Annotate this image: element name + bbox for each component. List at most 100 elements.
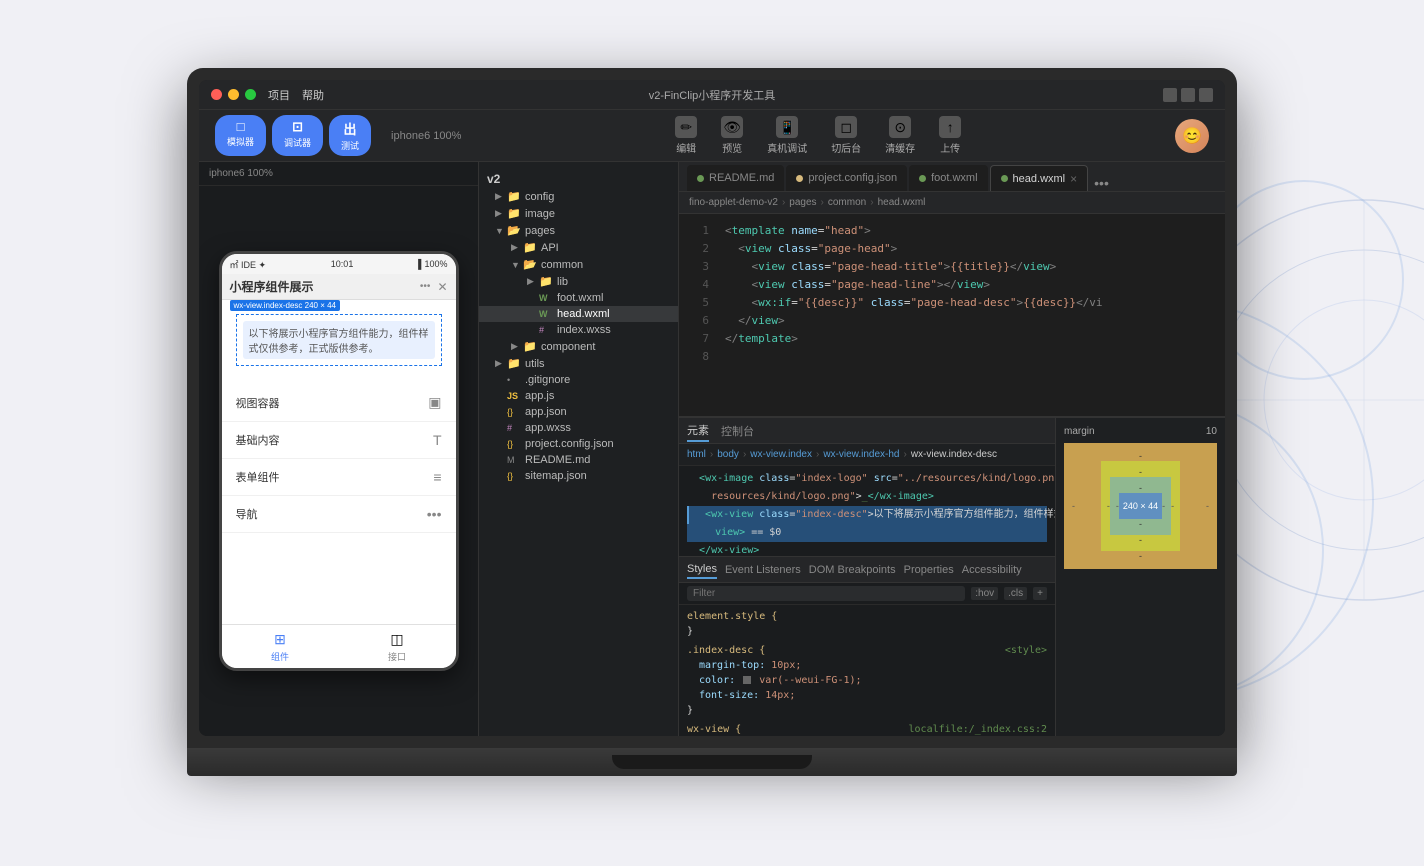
tree-item-app-js[interactable]: ▶ JS app.js xyxy=(479,388,678,404)
code-line: <template name="head"> xyxy=(725,222,1215,240)
simulator-button[interactable]: □ 模拟器 xyxy=(215,115,266,156)
tab-close-icon[interactable]: × xyxy=(1070,173,1077,185)
tree-item-gitignore[interactable]: ▶ • .gitignore xyxy=(479,372,678,388)
code-line: <view class="page-head-line"></view> xyxy=(725,276,1215,294)
tab-dot xyxy=(1001,175,1008,182)
upload-action[interactable]: ↑ 上传 xyxy=(939,116,961,155)
tree-item-name: README.md xyxy=(525,454,678,466)
dom-bc-index[interactable]: wx-view.index xyxy=(750,449,812,460)
tree-item-app-wxss[interactable]: ▶ # app.wxss xyxy=(479,420,678,436)
tree-item-component[interactable]: ▶ 📁 component xyxy=(479,338,678,355)
clear-cache-icon: ⊙ xyxy=(889,116,911,138)
line-numbers: 12345678 xyxy=(679,214,715,416)
tree-item-app-json[interactable]: ▶ {} app.json xyxy=(479,404,678,420)
restore-win-btn[interactable] xyxy=(1181,88,1195,102)
test-button[interactable]: 出 测试 xyxy=(329,115,371,156)
tree-item-lib[interactable]: ▶ 📁 lib xyxy=(479,273,678,290)
list-item-icon: ▣ xyxy=(428,394,441,411)
dom-bc-hd[interactable]: wx-view.index-hd xyxy=(823,449,899,460)
code-line: </template> xyxy=(725,330,1215,348)
css-prop-row: font-size: 14px; xyxy=(687,688,1047,703)
phone-nav-bar: 小程序组件展示 ••• ✕ xyxy=(222,274,456,300)
more-tabs-button[interactable]: ••• xyxy=(1094,175,1109,191)
edit-icon: ✏ xyxy=(675,116,697,138)
tree-item-sitemap[interactable]: ▶ {} sitemap.json xyxy=(479,468,678,484)
clear-cache-action[interactable]: ⊙ 清缓存 xyxy=(885,116,915,155)
tree-item-name: lib xyxy=(557,276,678,288)
tab-styles[interactable]: Styles xyxy=(687,561,717,579)
bm-border-bottom: - xyxy=(1107,535,1174,545)
tree-item-config[interactable]: ▶ 📁 config xyxy=(479,188,678,205)
list-item[interactable]: 导航 ••• xyxy=(222,496,456,533)
cls-filter-btn[interactable]: .cls xyxy=(1004,587,1027,600)
tree-item-readme[interactable]: ▶ M README.md xyxy=(479,452,678,468)
maximize-button[interactable] xyxy=(245,89,256,100)
tree-item-image[interactable]: ▶ 📁 image xyxy=(479,205,678,222)
tab-interface[interactable]: ◫ 接口 xyxy=(339,625,456,668)
folder-icon: 📁 xyxy=(507,190,521,203)
bm-margin-bottom: - xyxy=(1072,551,1209,561)
tree-item-foot-wxml[interactable]: ▶ W foot.wxml xyxy=(479,290,678,306)
css-property: margin-top: xyxy=(699,660,765,671)
tree-item-index-wxss[interactable]: ▶ # index.wxss xyxy=(479,322,678,338)
styles-panel-tabs: Styles Event Listeners DOM Breakpoints P… xyxy=(679,557,1055,583)
list-item[interactable]: 表单组件 ≡ xyxy=(222,459,456,496)
tree-item-project-config[interactable]: ▶ {} project.config.json xyxy=(479,436,678,452)
minimize-button[interactable] xyxy=(228,89,239,100)
element-highlight: wx-view.index-desc 240 × 44 以下将展示小程序官方组件… xyxy=(230,308,448,372)
dom-bc-html[interactable]: html xyxy=(687,449,706,460)
list-item[interactable]: 视图容器 ▣ xyxy=(222,384,456,422)
phone-simulator: iphone6 100% ㎡ IDE ✦ 10:01 ▌100% 小程序组件展示 xyxy=(199,162,479,736)
add-filter-btn[interactable]: + xyxy=(1033,587,1047,600)
debugger-button[interactable]: ⊡ 调试器 xyxy=(272,115,323,156)
dom-bc-desc[interactable]: wx-view.index-desc xyxy=(911,449,997,460)
tree-item-common[interactable]: ▼ 📂 common xyxy=(479,256,678,273)
tab-dom-breakpoints[interactable]: DOM Breakpoints xyxy=(809,562,896,578)
list-item[interactable]: 基础内容 T xyxy=(222,422,456,459)
edit-action[interactable]: ✏ 编辑 xyxy=(675,116,697,155)
tree-item-utils[interactable]: ▶ 📁 utils xyxy=(479,355,678,372)
folder-open-icon: 📂 xyxy=(523,258,537,271)
tab-projectconfig[interactable]: project.config.json xyxy=(786,165,907,191)
tab-event-listeners[interactable]: Event Listeners xyxy=(725,562,801,578)
tab-component[interactable]: ⊞ 组件 xyxy=(222,625,339,668)
real-device-action[interactable]: 📱 真机调试 xyxy=(767,116,807,155)
hov-filter-btn[interactable]: :hov xyxy=(971,587,998,600)
tree-item-pages[interactable]: ▼ 📂 pages xyxy=(479,222,678,239)
tree-item-name: common xyxy=(541,259,678,271)
tab-readme[interactable]: README.md xyxy=(687,165,784,191)
bm-margin-right: - xyxy=(1206,501,1209,511)
phone-status-bar: ㎡ IDE ✦ 10:01 ▌100% xyxy=(222,254,456,274)
menu-help[interactable]: 帮助 xyxy=(302,87,324,103)
tree-item-api[interactable]: ▶ 📁 API xyxy=(479,239,678,256)
tab-foot[interactable]: foot.wxml xyxy=(909,165,987,191)
preview-action[interactable]: 👁 预览 xyxy=(721,116,743,155)
arrow-icon: ▶ xyxy=(495,358,507,369)
user-avatar[interactable]: 😊 xyxy=(1175,119,1209,153)
dom-bc-body[interactable]: body xyxy=(717,449,739,460)
tree-item-name: app.js xyxy=(525,390,678,402)
bc-sep: › xyxy=(816,449,819,460)
html-code-view: <wx-image class="index-logo" src="../res… xyxy=(679,466,1055,556)
tab-accessibility[interactable]: Accessibility xyxy=(962,562,1022,578)
tab-elements[interactable]: 元素 xyxy=(687,420,709,442)
tab-properties[interactable]: Properties xyxy=(904,562,954,578)
close-win-btn[interactable] xyxy=(1199,88,1213,102)
menu-project[interactable]: 项目 xyxy=(268,87,290,103)
close-button[interactable] xyxy=(211,89,222,100)
phone-list-items: 视图容器 ▣ 基础内容 T 表单组件 xyxy=(222,380,456,624)
styles-toolbar: :hov .cls + xyxy=(679,583,1055,605)
styles-filter-input[interactable] xyxy=(687,586,965,601)
code-content[interactable]: <template name="head"> <view class="page… xyxy=(715,214,1225,416)
bm-margin: - - - - xyxy=(1064,443,1217,569)
minimize-win-btn[interactable] xyxy=(1163,88,1177,102)
tab-console[interactable]: 控制台 xyxy=(721,421,754,441)
element-label: wx-view.index-desc 240 × 44 xyxy=(230,300,341,311)
debugger-label: 调试器 xyxy=(284,136,311,149)
tab-label: README.md xyxy=(709,172,774,184)
code-line: <view class="page-head-title">{{title}}<… xyxy=(725,258,1215,276)
tree-item-head-wxml[interactable]: ▶ W head.wxml xyxy=(479,306,678,322)
backend-action[interactable]: ◻ 切后台 xyxy=(831,116,861,155)
tab-head[interactable]: head.wxml × xyxy=(990,165,1089,191)
code-editor[interactable]: 12345678 <template name="head"> <view cl… xyxy=(679,214,1225,416)
